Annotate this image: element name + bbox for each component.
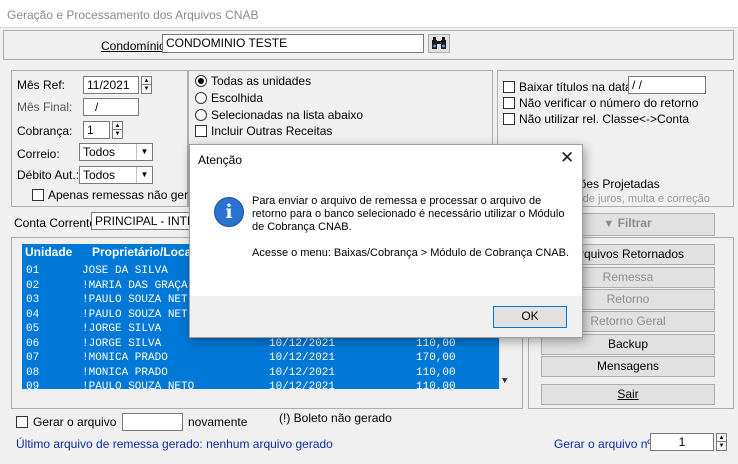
cell-vencimento: 10/12/2021: [269, 337, 336, 350]
gerar-checkbox[interactable]: [16, 416, 28, 428]
cell-unidade: 04: [26, 308, 40, 321]
cell-unidade: 08: [26, 366, 40, 379]
cell-proprietario: JOSE DA SILVA: [82, 265, 168, 277]
cell-proprietario: !MONICA PRADO: [82, 366, 168, 379]
cell-proprietario: !MONICA PRADO: [82, 352, 168, 364]
condominio-label: Condomínio:: [101, 39, 170, 53]
mes-ref-spinner[interactable]: ▲ ▼: [141, 76, 152, 94]
gerar-n-label: Gerar o arquivo nº:: [554, 437, 656, 451]
dialog-title: Atenção: [198, 153, 243, 167]
scroll-down-icon[interactable]: ▼: [502, 376, 507, 386]
baixar-checkbox[interactable]: [503, 81, 515, 93]
dialog-footer: OK: [190, 296, 582, 337]
radio-selecionadas[interactable]: [195, 109, 207, 121]
debito-label: Débito Aut.:: [17, 168, 80, 182]
incluir-checkbox[interactable]: [195, 125, 207, 137]
ok-button[interactable]: OK: [493, 306, 567, 328]
dialog-message: Para enviar o arquivo de remessa e proce…: [252, 195, 572, 260]
radio-todas[interactable]: [195, 75, 207, 87]
table-row[interactable]: 08 !MONICA PRADO 10/12/2021 110,00: [22, 366, 499, 380]
mes-ref-label: Mês Ref:: [17, 78, 66, 92]
cell-vencimento: 10/12/2021: [269, 352, 336, 364]
window-title: Geração e Processamento dos Arquivos CNA…: [7, 8, 259, 22]
debito-select[interactable]: Todos ▼: [79, 166, 153, 184]
apenas-checkbox[interactable]: [32, 189, 44, 201]
funnel-icon: ▼: [603, 218, 615, 230]
gerar-field[interactable]: [122, 413, 183, 431]
correio-value: Todos: [83, 145, 116, 159]
mes-final-field[interactable]: /: [83, 98, 139, 116]
baixar-date-field[interactable]: / /: [628, 76, 706, 94]
search-button[interactable]: [428, 34, 450, 53]
filtrar-label: Filtrar: [617, 216, 652, 230]
cell-vencimento: 10/12/2021: [269, 381, 336, 393]
cobranca-field[interactable]: 1: [83, 121, 110, 139]
cell-unidade: 02: [26, 279, 40, 292]
condominio-panel: Condomínio: CONDOMINIO TESTE: [3, 30, 734, 60]
debito-value: Todos: [83, 168, 116, 182]
gerar-label: Gerar o arquivo: [33, 415, 117, 429]
mes-final-value: /: [95, 100, 99, 114]
nao-verificar-label: Não verificar o número do retorno: [519, 96, 699, 110]
mes-final-label: Mês Final:: [17, 100, 73, 114]
cell-proprietario: !MARIA DAS GRAÇA: [82, 279, 188, 292]
info-icon: i: [214, 197, 244, 227]
attention-dialog: Atenção ✕ i Para enviar o arquivo de rem…: [189, 144, 583, 338]
cell-unidade: 09: [26, 381, 40, 393]
binoculars-icon: [432, 37, 446, 49]
table-row[interactable]: 09 !PAULO SOUZA NETO 10/12/2021 110,00: [22, 380, 499, 394]
conta-select[interactable]: PRINCIPAL - INTER: [91, 212, 194, 230]
sair-button[interactable]: Sair: [541, 384, 715, 405]
radio-selecionadas-label: Selecionadas na lista abaixo: [211, 108, 364, 122]
nao-utilizar-label: Não utilizar rel. Classe<->Conta: [519, 112, 690, 126]
condominio-field[interactable]: CONDOMINIO TESTE: [162, 34, 424, 53]
ultimo-arquivo-text: Último arquivo de remessa gerado: nenhum…: [16, 437, 333, 451]
incluir-label: Incluir Outras Receitas: [211, 124, 333, 138]
cobranca-label: Cobrança:: [17, 124, 73, 138]
cell-unidade: 03: [26, 294, 40, 306]
nao-verificar-checkbox[interactable]: [503, 97, 515, 109]
mes-ref-field[interactable]: 11/2021: [83, 76, 139, 94]
correio-label: Correio:: [17, 147, 60, 161]
filter-panel: Mês Ref: 11/2021 ▲ ▼ Mês Final: / Cobranç…: [11, 70, 214, 207]
radio-todas-label: Todas as unidades: [211, 74, 312, 88]
cell-valor: 170,00: [416, 352, 456, 364]
cell-unidade: 07: [26, 352, 40, 364]
cell-valor: 110,00: [416, 337, 456, 350]
radio-escolhida[interactable]: [195, 92, 207, 104]
novamente-label: novamente: [188, 415, 248, 429]
table-row[interactable]: 07 !MONICA PRADO 10/12/2021 170,00: [22, 351, 499, 365]
cell-unidade: 01: [26, 265, 40, 277]
window-title-bar: Geração e Processamento dos Arquivos CNA…: [0, 0, 738, 28]
cobranca-spinner[interactable]: ▲ ▼: [112, 121, 123, 139]
conta-label: Conta Corrente:: [14, 216, 100, 230]
correcoes-sub: es de juros, multa e correção: [568, 193, 710, 205]
baixar-label: Baixar títulos na data:: [519, 80, 636, 94]
mensagens-button[interactable]: Mensagens: [541, 356, 715, 377]
cell-proprietario: !JORGE SILVA: [82, 337, 162, 350]
cell-proprietario: !PAULO SOUZA NET: [82, 294, 188, 306]
cell-valor: 110,00: [416, 381, 456, 393]
cell-proprietario: !PAULO SOUZA NET: [82, 308, 188, 321]
boleto-legend: (!) Boleto não gerado: [279, 411, 392, 425]
close-icon[interactable]: ✕: [560, 148, 574, 168]
cell-proprietario: !PAULO SOUZA NETO: [82, 381, 195, 393]
correio-select[interactable]: Todos ▼: [79, 143, 153, 161]
cell-unidade: 05: [26, 323, 40, 335]
chevron-down-icon: ▼: [136, 167, 152, 183]
gerar-n-field[interactable]: 1: [650, 433, 714, 451]
radio-escolhida-label: Escolhida: [211, 91, 264, 105]
column-unidade: Unidade: [25, 245, 73, 259]
column-proprietario: Proprietário/Loca: [92, 245, 192, 259]
chevron-down-icon: ▼: [136, 144, 152, 160]
dialog-message-1: Para enviar o arquivo de remessa e proce…: [252, 195, 565, 233]
cell-proprietario: !JORGE SILVA: [82, 323, 162, 335]
table-row[interactable]: 06 !JORGE SILVA 10/12/2021 110,00: [22, 337, 499, 351]
cell-unidade: 06: [26, 337, 40, 350]
gerar-n-spinner[interactable]: ▲ ▼: [716, 433, 727, 451]
dialog-message-2: Acesse o menu: Baixas/Cobrança > Módulo …: [252, 247, 570, 259]
cell-vencimento: 10/12/2021: [269, 366, 336, 379]
cell-valor: 110,00: [416, 366, 456, 379]
nao-utilizar-checkbox[interactable]: [503, 113, 515, 125]
